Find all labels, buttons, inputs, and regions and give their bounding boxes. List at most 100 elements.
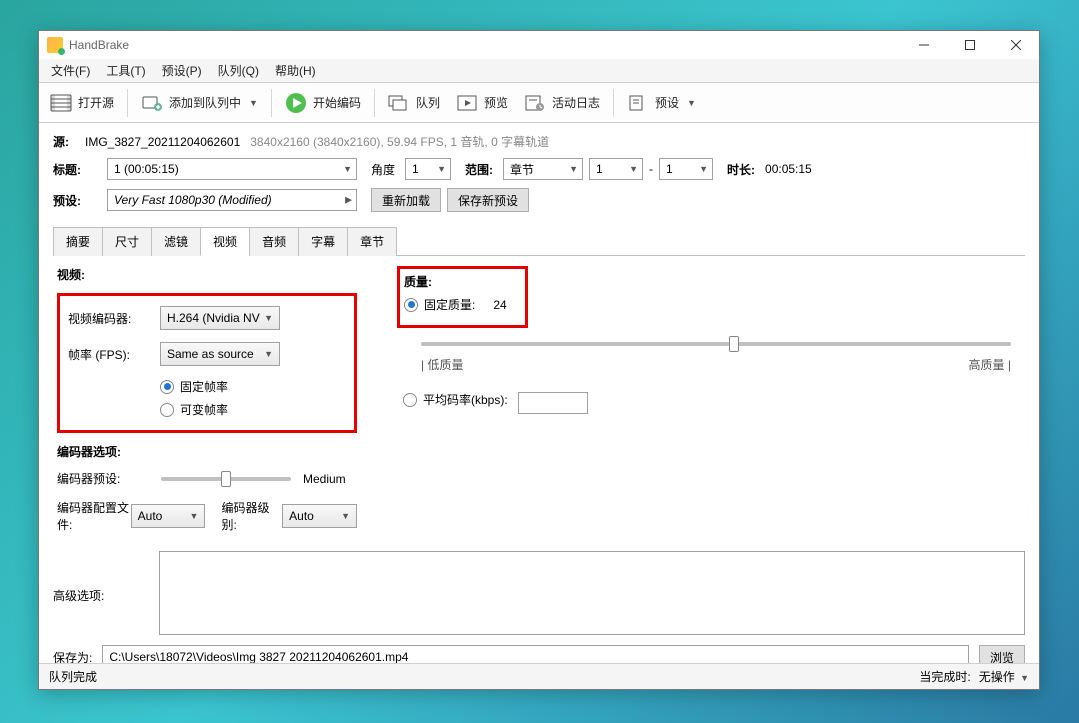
- encoder-panel: 编码器选项: 编码器预设: Medium 编码器配置文件: Auto▼ 编码器级…: [57, 443, 357, 533]
- app-title: HandBrake: [69, 38, 129, 52]
- browse-button[interactable]: 浏览: [979, 645, 1025, 663]
- save-label: 保存为:: [53, 649, 92, 664]
- fps-radio-group: 固定帧率 可变帧率: [160, 378, 346, 424]
- app-icon: [47, 37, 63, 53]
- encoder-options-title: 编码器选项:: [57, 443, 357, 460]
- preset-label: 预设:: [53, 192, 97, 209]
- encoder-profile-select[interactable]: Auto▼: [131, 504, 206, 528]
- window-controls: [901, 31, 1039, 59]
- toolbar: 打开源 添加到队列中 ▼ 开始编码 队列 预览 活动日志 预设: [39, 83, 1039, 123]
- status-bar: 队列完成 当完成时: 无操作 ▼: [39, 663, 1039, 689]
- add-to-queue-button[interactable]: 添加到队列中 ▼: [134, 88, 265, 118]
- chevron-down-icon: ▼: [1020, 673, 1029, 683]
- save-path-field[interactable]: [102, 645, 969, 663]
- close-button[interactable]: [993, 31, 1039, 59]
- save-preset-button[interactable]: 保存新预设: [447, 188, 529, 212]
- constant-quality-radio[interactable]: 固定质量: 24: [404, 296, 507, 313]
- range-label: 范围:: [465, 161, 493, 178]
- status-right: 当完成时: 无操作 ▼: [919, 668, 1029, 685]
- preset-row: 预设: Very Fast 1080p30 (Modified)▶ 重新加载 保…: [53, 188, 1025, 212]
- chevron-down-icon: ▼: [190, 511, 199, 521]
- tab-audio[interactable]: 音频: [249, 227, 299, 256]
- encoder-preset-row: 编码器预设: Medium: [57, 470, 357, 487]
- tab-dimensions[interactable]: 尺寸: [102, 227, 152, 256]
- avg-bitrate-row: 平均码率(kbps):: [403, 391, 1021, 414]
- advanced-options-field[interactable]: [159, 551, 1025, 635]
- when-done-action[interactable]: 无操作 ▼: [979, 668, 1029, 685]
- encoder-level-select[interactable]: Auto▼: [282, 504, 357, 528]
- menu-presets[interactable]: 预设(P): [154, 59, 210, 82]
- chevron-down-icon: ▼: [264, 349, 273, 359]
- minimize-button[interactable]: [901, 31, 947, 59]
- presets-icon: [627, 93, 649, 113]
- queue-button[interactable]: 队列: [381, 88, 447, 118]
- range-from-select[interactable]: 1▼: [589, 158, 643, 180]
- chevron-down-icon: ▼: [249, 98, 258, 108]
- preview-label: 预览: [484, 94, 508, 111]
- encoder-preset-slider[interactable]: [161, 477, 291, 481]
- tab-chapters[interactable]: 章节: [347, 227, 397, 256]
- avg-bitrate-field[interactable]: [518, 392, 588, 414]
- encoder-profile-label: 编码器配置文件:: [57, 499, 131, 533]
- fps-select[interactable]: Same as source▼: [160, 342, 280, 366]
- presets-button[interactable]: 预设 ▼: [620, 88, 703, 118]
- quality-slider[interactable]: [421, 342, 1011, 346]
- maximize-button[interactable]: [947, 31, 993, 59]
- open-source-button[interactable]: 打开源: [43, 88, 121, 118]
- preview-button[interactable]: 预览: [449, 88, 515, 118]
- range-type-select[interactable]: 章节▼: [503, 158, 583, 180]
- add-queue-icon: [141, 93, 163, 113]
- video-codec-select[interactable]: H.264 (Nvidia NV▼: [160, 306, 280, 330]
- tab-video[interactable]: 视频: [200, 227, 250, 256]
- menu-bar: 文件(F) 工具(T) 预设(P) 队列(Q) 帮助(H): [39, 59, 1039, 83]
- toolbar-separator: [374, 89, 375, 117]
- preview-icon: [456, 93, 478, 113]
- menu-queue[interactable]: 队列(Q): [210, 59, 267, 82]
- chevron-down-icon: ▼: [343, 164, 352, 174]
- avg-bitrate-radio[interactable]: 平均码率(kbps):: [403, 391, 508, 408]
- radio-dot-on: [160, 380, 174, 394]
- range-separator: -: [649, 162, 653, 176]
- source-info: 3840x2160 (3840x2160), 59.94 FPS, 1 音轨, …: [250, 133, 549, 150]
- tab-filters[interactable]: 滤镜: [151, 227, 201, 256]
- when-done-label: 当完成时:: [919, 668, 970, 685]
- menu-tools[interactable]: 工具(T): [98, 59, 153, 82]
- toolbar-separator: [613, 89, 614, 117]
- slider-thumb[interactable]: [729, 336, 739, 352]
- tab-summary[interactable]: 摘要: [53, 227, 103, 256]
- quality-scale-labels: | 低质量 高质量 |: [421, 356, 1011, 373]
- content-area: 源: IMG_3827_20211204062601 3840x2160 (38…: [39, 123, 1039, 663]
- title-select[interactable]: 1 (00:05:15)▼: [107, 158, 357, 180]
- tab-subtitles[interactable]: 字幕: [298, 227, 348, 256]
- video-settings-box: 视频编码器: H.264 (Nvidia NV▼ 帧率 (FPS): Same …: [57, 293, 357, 433]
- range-to-select[interactable]: 1▼: [659, 158, 713, 180]
- chevron-right-icon: ▶: [345, 195, 352, 206]
- chevron-down-icon: ▼: [687, 98, 696, 108]
- chevron-down-icon: ▼: [341, 511, 350, 521]
- queue-icon: [388, 93, 410, 113]
- slider-thumb[interactable]: [221, 471, 231, 487]
- presets-label: 预设: [655, 94, 679, 111]
- tab-strip: 摘要 尺寸 滤镜 视频 音频 字幕 章节: [53, 226, 1025, 256]
- fps-row: 帧率 (FPS): Same as source▼: [68, 342, 346, 366]
- add-to-queue-label: 添加到队列中: [169, 94, 241, 111]
- quality-panel: 质量: 固定质量: 24 | 低质量 高质量 | 平均码率(kbps):: [397, 266, 1021, 545]
- title-bar: HandBrake: [39, 31, 1039, 59]
- menu-help[interactable]: 帮助(H): [267, 59, 324, 82]
- start-encode-button[interactable]: 开始编码: [278, 88, 368, 118]
- reload-preset-button[interactable]: 重新加载: [371, 188, 441, 212]
- toolbar-separator: [271, 89, 272, 117]
- start-encode-label: 开始编码: [313, 94, 361, 111]
- log-icon: [524, 93, 546, 113]
- status-text: 队列完成: [49, 668, 97, 685]
- constant-fps-radio[interactable]: 固定帧率: [160, 378, 228, 395]
- activity-log-button[interactable]: 活动日志: [517, 88, 607, 118]
- preset-select[interactable]: Very Fast 1080p30 (Modified)▶: [107, 189, 357, 211]
- angle-select[interactable]: 1▼: [405, 158, 451, 180]
- app-window: HandBrake 文件(F) 工具(T) 预设(P) 队列(Q) 帮助(H) …: [38, 30, 1040, 690]
- source-name: IMG_3827_20211204062601: [85, 135, 240, 149]
- chevron-down-icon: ▼: [569, 164, 578, 174]
- menu-file[interactable]: 文件(F): [43, 59, 98, 82]
- toolbar-separator: [127, 89, 128, 117]
- variable-fps-radio[interactable]: 可变帧率: [160, 401, 228, 418]
